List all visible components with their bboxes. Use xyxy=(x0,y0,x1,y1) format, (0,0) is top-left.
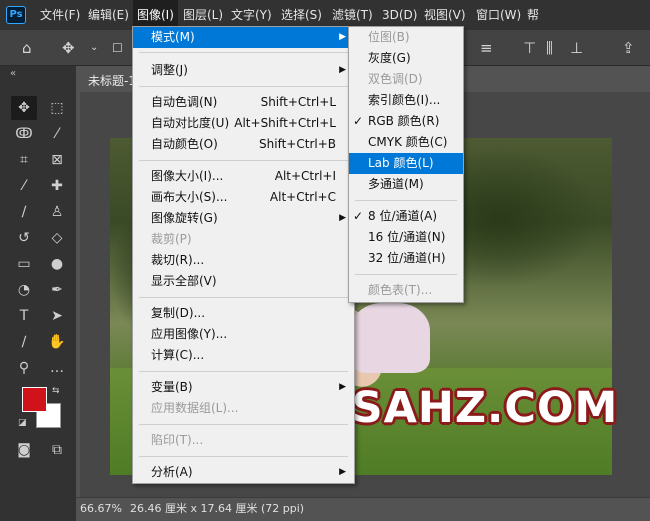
menu-file[interactable]: 文件(F) xyxy=(36,0,84,30)
mode-item-rgb-color[interactable]: ✓ RGB 颜色(R) xyxy=(349,111,463,132)
mode-item-color-table: 颜色表(T)... xyxy=(368,283,433,297)
menu-item-image-size[interactable]: 图像大小(I)... Alt+Ctrl+I xyxy=(133,166,354,187)
healing-brush-tool-icon[interactable]: ✚ xyxy=(44,174,70,198)
mode-item-multichannel[interactable]: 多通道(M) xyxy=(349,174,463,195)
menu-separator xyxy=(139,160,348,161)
line-tool-icon[interactable]: ∕ xyxy=(11,330,37,354)
menu-item-analysis[interactable]: 分析(A) ▶ xyxy=(133,462,354,483)
menu-item-auto-contrast[interactable]: 自动对比度(U) Alt+Shift+Ctrl+L xyxy=(133,113,354,134)
check-icon: ✓ xyxy=(353,209,364,223)
align-top-icon[interactable]: ⊤ xyxy=(523,30,536,66)
zoom-level[interactable]: 66.67% xyxy=(80,498,122,520)
menu-item-trim[interactable]: 裁切(R)... xyxy=(133,250,354,271)
mode-item-cmyk-color[interactable]: CMYK 颜色(C) xyxy=(349,132,463,153)
swap-colors-icon[interactable]: ⇆ xyxy=(52,386,60,396)
menu-separator xyxy=(139,456,348,457)
mode-item-lab-color[interactable]: Lab 颜色(L) xyxy=(349,153,463,174)
align-bottom-icon[interactable]: ⊥ xyxy=(570,30,583,66)
magic-wand-tool-icon[interactable]: ⁄ xyxy=(44,122,70,146)
auto-select-checkbox[interactable]: ☐ xyxy=(112,30,123,66)
mode-item-8-bits[interactable]: ✓ 8 位/通道(A) xyxy=(349,206,463,227)
menu-item-adjustments[interactable]: 调整(J) ▶ xyxy=(133,60,354,81)
brush-tool-icon[interactable]: ∕ xyxy=(11,200,37,224)
crop-tool-icon[interactable]: ⌗ xyxy=(11,148,37,172)
align-middle-icon[interactable]: ⫼ xyxy=(546,30,553,66)
menu-help[interactable]: 帮 xyxy=(523,0,543,30)
home-icon[interactable]: ⌂ xyxy=(22,30,32,66)
menu-item-image-rotation[interactable]: 图像旋转(G) ▶ xyxy=(133,208,354,229)
status-bar: 66.67% 26.46 厘米 x 17.64 厘米 (72 ppi) xyxy=(76,497,650,521)
mode-item-32-bits[interactable]: 32 位/通道(H) xyxy=(349,248,463,269)
align-icon[interactable]: ≡ xyxy=(480,30,493,66)
screen-mode-icon[interactable]: ⧉ xyxy=(44,438,70,462)
move-tool-icon[interactable]: ✥ xyxy=(62,30,75,66)
eraser-tool-icon[interactable]: ◇ xyxy=(44,226,70,250)
menu-edit[interactable]: 编辑(E) xyxy=(84,0,133,30)
eyedropper-tool-icon[interactable]: ⁄ xyxy=(11,174,37,198)
menu-separator xyxy=(139,52,348,53)
mode-item-grayscale[interactable]: 灰度(G) xyxy=(349,48,463,69)
mode-submenu: 位图(B) 灰度(G) 双色调(D) 索引颜色(I)... ✓ RGB 颜色(R)… xyxy=(348,26,464,303)
menu-window[interactable]: 窗口(W) xyxy=(472,0,525,30)
mode-item-duotone: 双色调(D) xyxy=(368,72,423,86)
menu-item-auto-color[interactable]: 自动颜色(O) Shift+Ctrl+B xyxy=(133,134,354,155)
share-icon[interactable]: ⇪ xyxy=(622,30,635,66)
stamp-tool-icon[interactable]: ♙ xyxy=(44,200,70,224)
chevron-down-icon[interactable]: ⌄ xyxy=(90,30,98,66)
marquee-tool-icon[interactable]: ⬚ xyxy=(44,96,70,120)
menu-item-apply-data-set: 应用数据组(L)... xyxy=(151,401,239,415)
menu-item-duplicate[interactable]: 复制(D)... xyxy=(133,303,354,324)
photoshop-logo: Ps xyxy=(6,6,26,24)
menu-separator xyxy=(139,86,348,87)
menu-separator xyxy=(355,274,457,275)
frame-tool-icon[interactable]: ⊠ xyxy=(44,148,70,172)
toolbox-collapse-icon[interactable]: « xyxy=(10,68,16,79)
move-tool-icon[interactable]: ✥ xyxy=(11,96,37,120)
pen-tool-icon[interactable]: ✒ xyxy=(44,278,70,302)
dodge-tool-icon[interactable]: ◔ xyxy=(11,278,37,302)
more-tools-icon[interactable]: … xyxy=(44,356,70,380)
menu-separator xyxy=(139,371,348,372)
document-tab[interactable]: 未标题-1 xyxy=(80,70,140,92)
history-brush-tool-icon[interactable]: ↺ xyxy=(11,226,37,250)
gradient-tool-icon[interactable]: ▭ xyxy=(11,252,37,276)
menu-item-calculations[interactable]: 计算(C)... xyxy=(133,345,354,366)
document-info: 26.46 厘米 x 17.64 厘米 (72 ppi) xyxy=(130,502,305,515)
mode-item-16-bits[interactable]: 16 位/通道(N) xyxy=(349,227,463,248)
blur-tool-icon[interactable]: ● xyxy=(44,252,70,276)
image-menu: 模式(M) ▶ 调整(J) ▶ 自动色调(N) Shift+Ctrl+L 自动对比度(… xyxy=(132,26,355,484)
menu-separator xyxy=(139,424,348,425)
mode-item-bitmap: 位图(B) xyxy=(368,30,410,44)
quick-mask-icon[interactable]: ◙ xyxy=(11,438,37,462)
menu-separator xyxy=(355,200,457,201)
menu-item-auto-tone[interactable]: 自动色调(N) Shift+Ctrl+L xyxy=(133,92,354,113)
default-colors-icon[interactable]: ◪ xyxy=(18,418,27,428)
foreground-color-swatch[interactable] xyxy=(22,387,47,412)
lasso-tool-icon[interactable]: ↂ xyxy=(11,122,37,146)
path-selection-tool-icon[interactable]: ➤ xyxy=(44,304,70,328)
hand-tool-icon[interactable]: ✋ xyxy=(44,330,70,354)
menu-item-trap: 陷印(T)... xyxy=(151,433,204,447)
zoom-tool-icon[interactable]: ⚲ xyxy=(11,356,37,380)
menu-item-canvas-size[interactable]: 画布大小(S)... Alt+Ctrl+C xyxy=(133,187,354,208)
menu-item-variables[interactable]: 变量(B) ▶ xyxy=(133,377,354,398)
menu-item-apply-image[interactable]: 应用图像(Y)... xyxy=(133,324,354,345)
menu-item-reveal-all[interactable]: 显示全部(V) xyxy=(133,271,354,292)
check-icon: ✓ xyxy=(353,114,364,128)
menu-separator xyxy=(139,297,348,298)
menu-item-crop: 裁剪(P) xyxy=(151,232,192,246)
mode-item-indexed-color[interactable]: 索引颜色(I)... xyxy=(349,90,463,111)
menu-item-mode[interactable]: 模式(M) ▶ xyxy=(133,27,354,48)
type-tool-icon[interactable]: T xyxy=(11,304,37,328)
photo-girl-dress xyxy=(350,303,430,373)
